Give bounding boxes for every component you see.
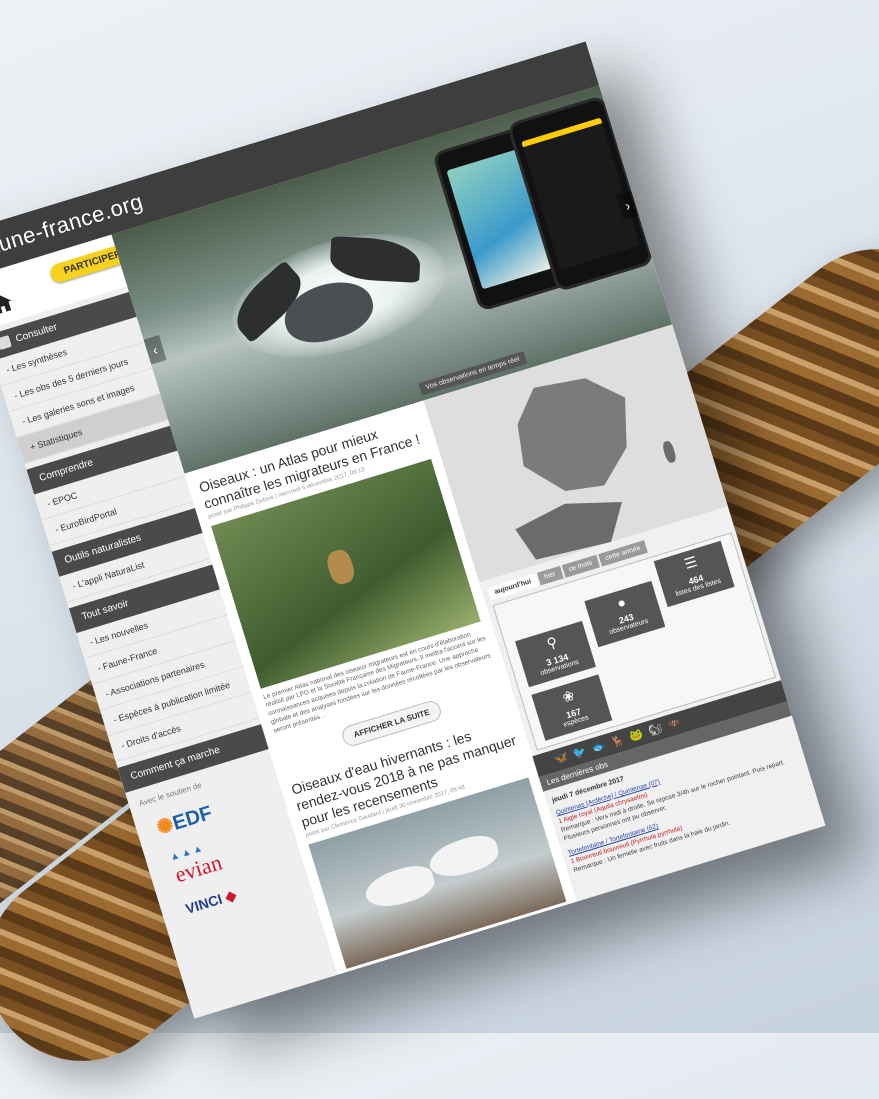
vinci-diamond-icon: ◆ bbox=[223, 886, 239, 905]
read-more-button[interactable]: AFFICHER LA SUITE bbox=[417, 954, 522, 1005]
section-title: Consulter bbox=[14, 321, 59, 345]
bird-image bbox=[324, 546, 358, 587]
stat-observers: ● 243 observateurs bbox=[584, 580, 666, 648]
vinci-logo-text: VINCI bbox=[183, 890, 225, 917]
edf-logo-text: EDF bbox=[170, 801, 215, 835]
corsica-map-shape bbox=[661, 439, 678, 464]
book-icon bbox=[0, 335, 12, 351]
gull-image bbox=[361, 860, 439, 914]
stat-observations: ⚲ 3 134 observations bbox=[515, 620, 596, 688]
home-icon[interactable] bbox=[0, 291, 15, 317]
tab-yesterday[interactable]: hier bbox=[536, 566, 564, 586]
stat-lists: ☰ 464 listes des listes bbox=[653, 540, 735, 608]
france-map-shape bbox=[496, 361, 655, 514]
gull-image bbox=[425, 830, 503, 884]
stat-species: ❀ 167 espèces bbox=[531, 674, 613, 741]
section-title: Tout savoir bbox=[80, 597, 130, 623]
